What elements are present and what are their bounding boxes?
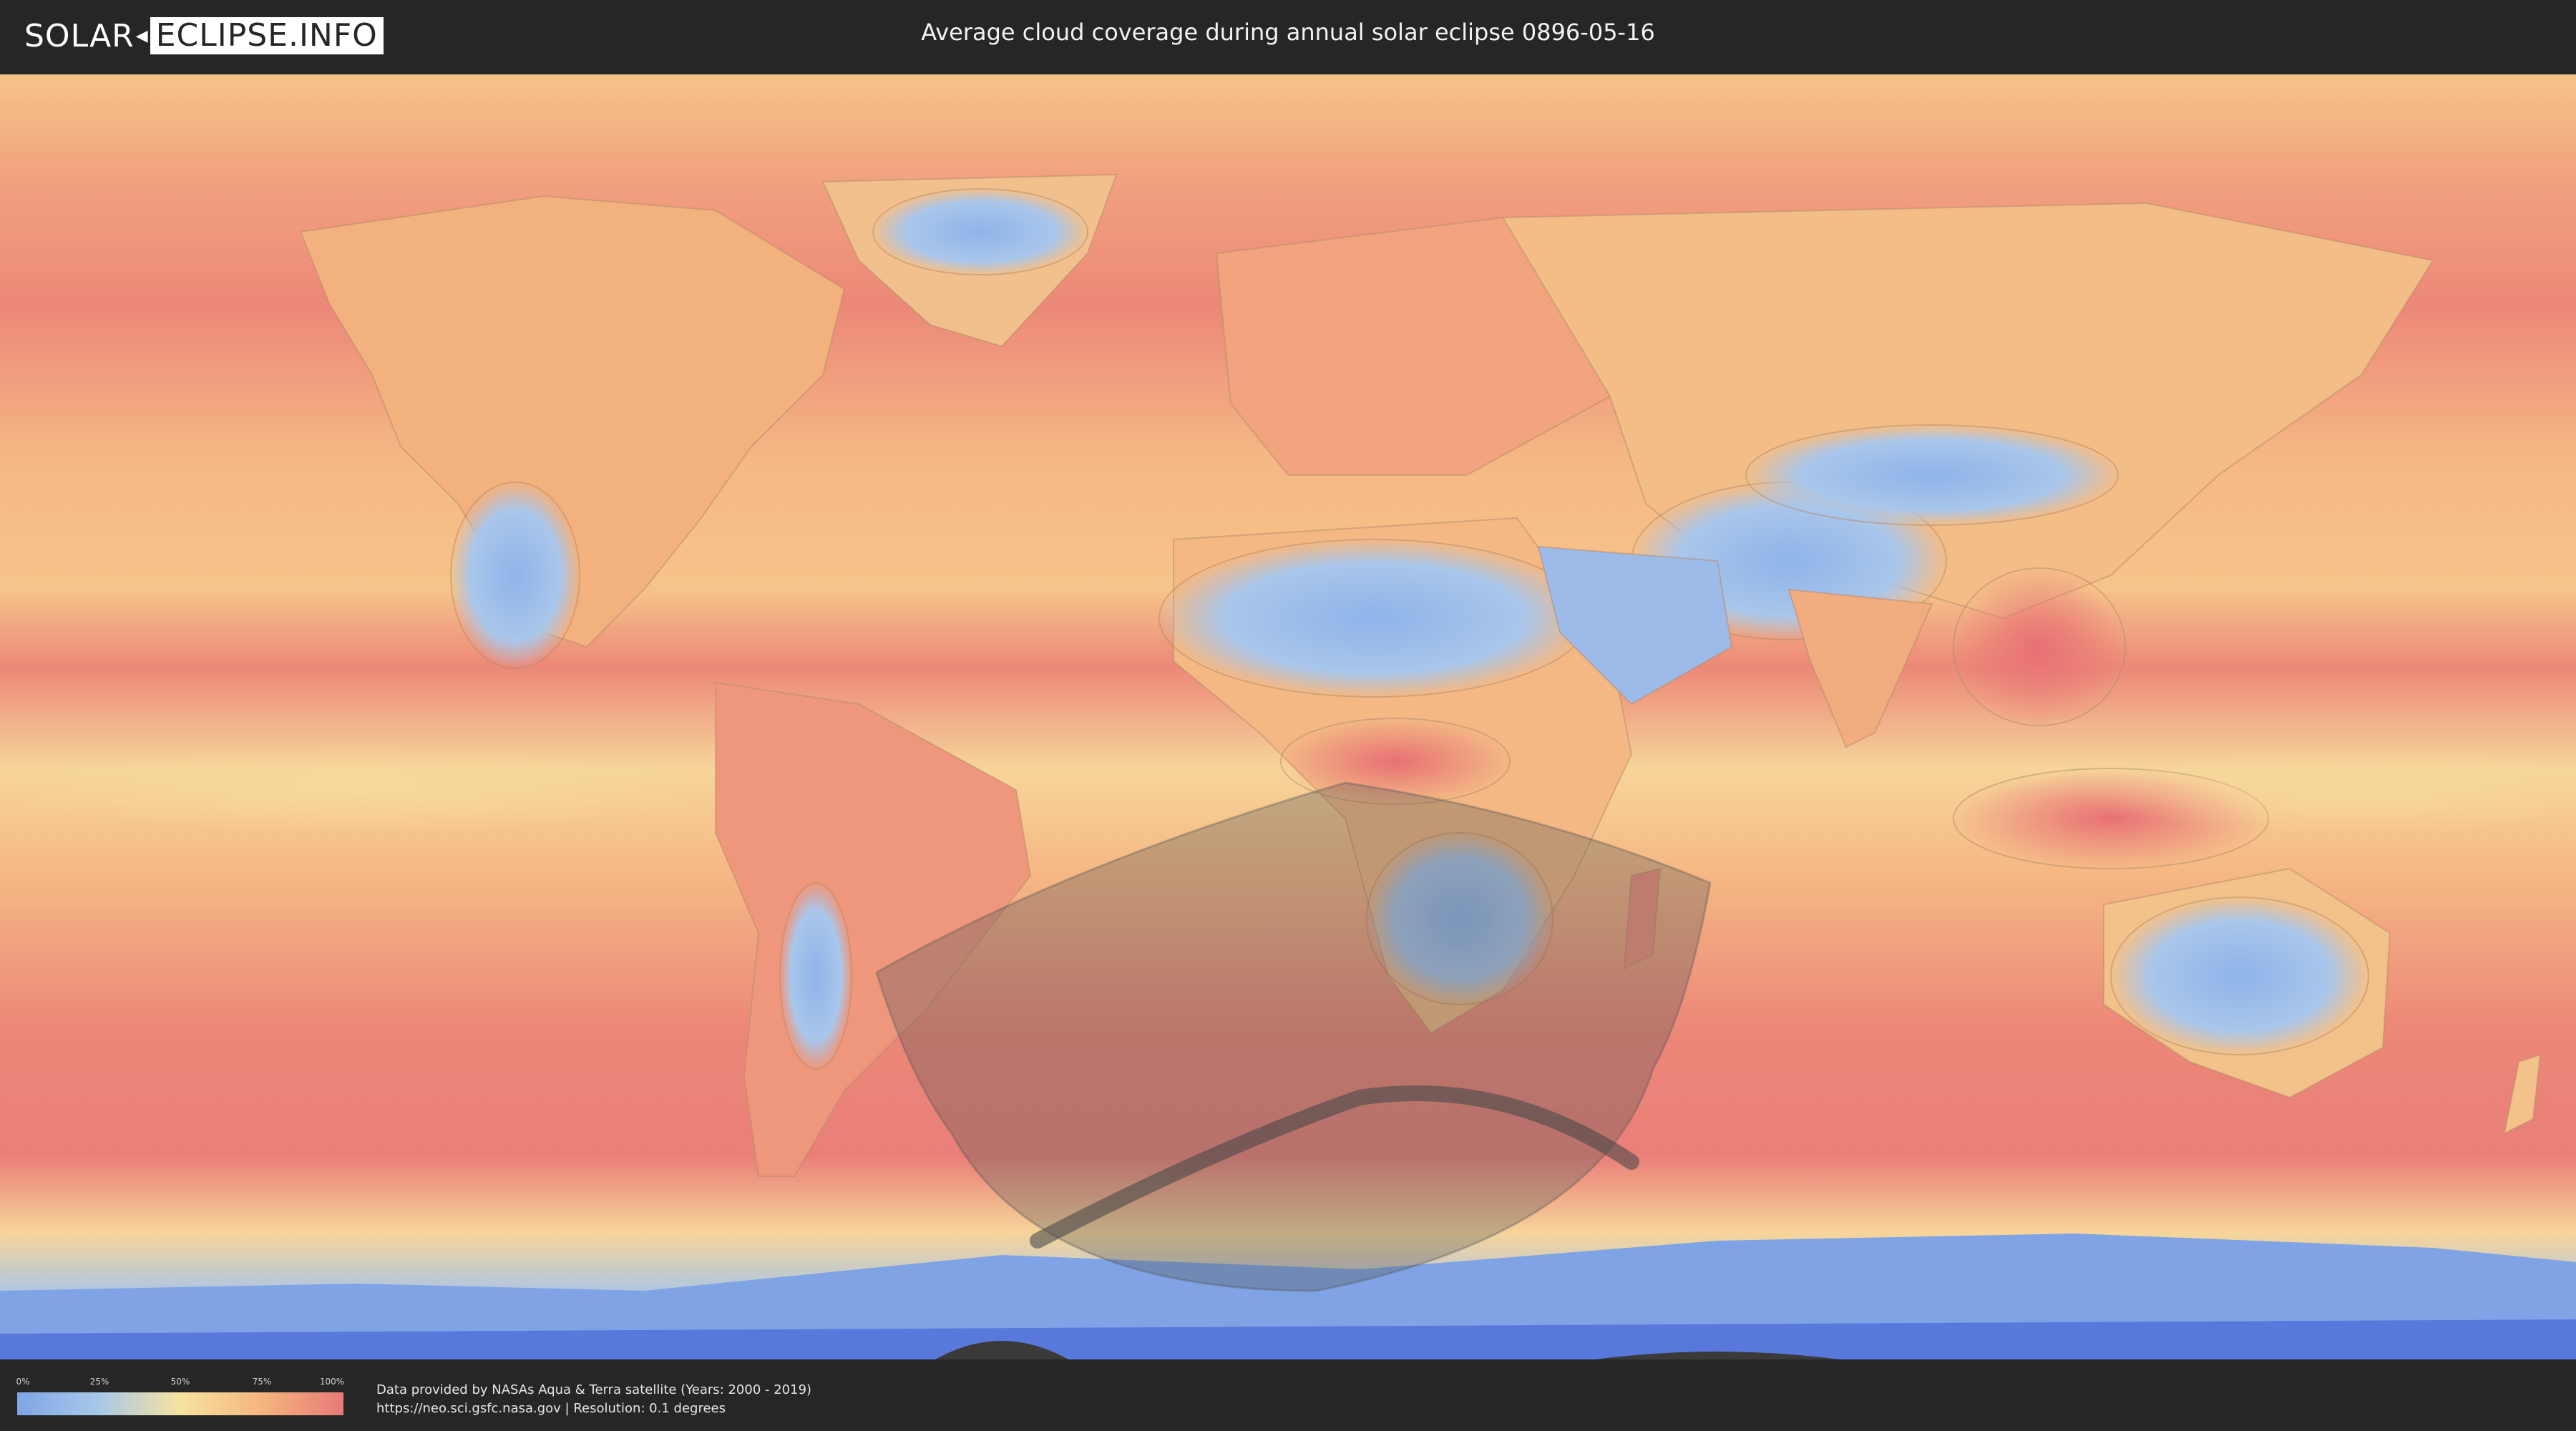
page-title: Average cloud coverage during annual sol…: [921, 19, 1655, 46]
legend-tick-0: 0%: [16, 1377, 30, 1387]
credits-line-1: Data provided by NASAs Aqua & Terra sate…: [376, 1382, 812, 1397]
cloud-coverage-map[interactable]: [0, 74, 2576, 1362]
world-map-svg: [0, 74, 2576, 1362]
cloud-coverage-legend: 0% 25% 50% 75% 100%: [16, 1377, 345, 1415]
legend-tick-25: 25%: [89, 1377, 109, 1387]
legend-tick-50: 50%: [170, 1377, 190, 1387]
legend-ticks: 0% 25% 50% 75% 100%: [16, 1377, 345, 1390]
legend-tick-100: 100%: [319, 1377, 345, 1387]
legend-tick-75: 75%: [252, 1377, 272, 1387]
data-credits: Data provided by NASAs Aqua & Terra sate…: [376, 1381, 811, 1418]
legend-color-bar: [17, 1392, 343, 1415]
credits-line-2[interactable]: https://neo.sci.gsfc.nasa.gov | Resoluti…: [376, 1400, 811, 1418]
footer-bar: 0% 25% 50% 75% 100% Data provided by NAS…: [0, 1359, 2576, 1431]
header-bar: SOLAR ◀ ECLIPSE.INFO Average cloud cover…: [0, 0, 2576, 72]
